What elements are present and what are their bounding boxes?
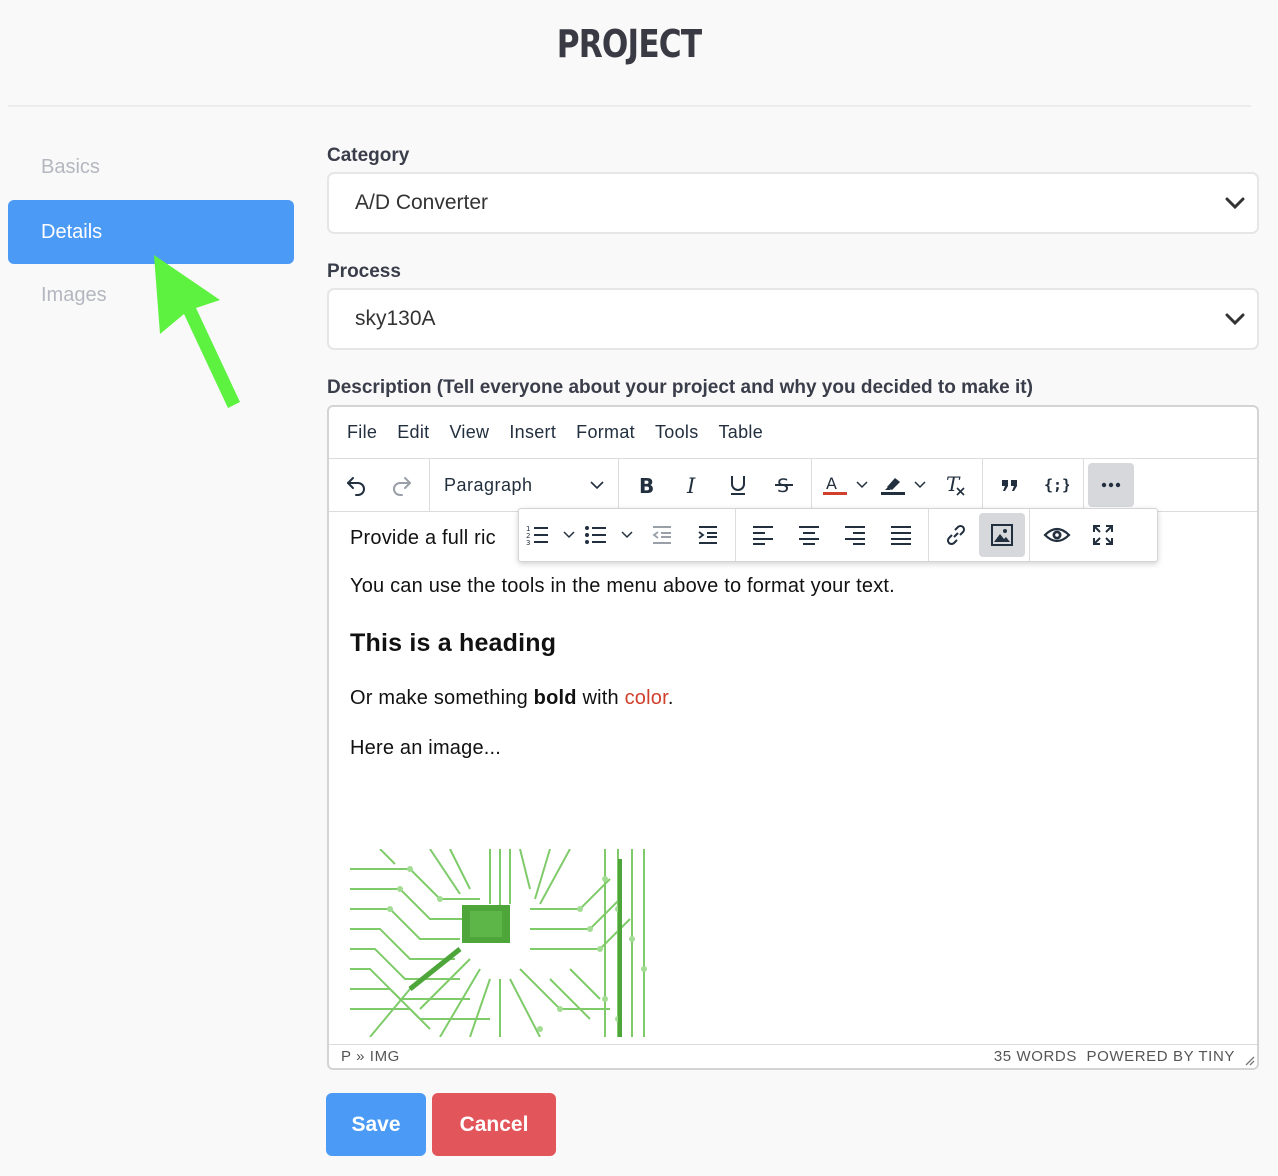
svg-text:A: A [826,474,837,493]
cancel-button[interactable]: Cancel [432,1093,556,1156]
indent-icon [698,526,717,544]
category-label: Category [327,145,410,166]
block-format-select[interactable]: Paragraph [434,463,614,507]
eye-icon [1043,527,1071,543]
bullet-list-icon [585,526,633,544]
redo-button[interactable] [379,463,425,507]
clear-formatting-button[interactable]: T [932,463,978,507]
content-heading: This is a heading [350,629,557,657]
more-toolbar-button[interactable] [1088,463,1134,507]
highlighter-icon [881,478,926,495]
italic-button[interactable]: I [669,463,715,507]
underline-icon [731,476,745,495]
align-left-button[interactable] [740,513,786,557]
align-right-button[interactable] [832,513,878,557]
bold-text: bold [533,687,577,709]
strikethrough-icon: S [775,475,793,497]
sidebar-item-basics[interactable]: Basics [8,135,294,199]
fullscreen-icon [1093,525,1113,545]
svg-text:3: 3 [526,539,530,547]
chevron-down-icon [1225,313,1245,326]
highlight-color-button[interactable] [874,463,932,507]
undo-icon [347,477,365,496]
menu-file[interactable]: File [337,422,387,443]
bold-button[interactable]: B [623,463,669,507]
fullscreen-button[interactable] [1080,513,1126,557]
redo-icon [393,477,411,496]
italic-icon: I [686,474,696,497]
align-center-button[interactable] [786,513,832,557]
strikethrough-button[interactable]: S [761,463,807,507]
resize-handle-icon[interactable] [1243,1054,1255,1066]
menu-edit[interactable]: Edit [387,422,439,443]
content-paragraph: Or make something bold with color. [350,687,674,710]
title-divider [8,105,1251,107]
chevron-down-icon [590,481,604,490]
insert-image-button[interactable] [979,513,1025,557]
content-paragraph: Here an image... [350,737,502,759]
toolbar-overflow-drawer: 123 [518,508,1158,562]
save-button[interactable]: Save [326,1093,426,1156]
outdent-button[interactable] [639,513,685,557]
category-select[interactable]: A/D Converter [327,172,1259,234]
svg-text:B: B [639,474,654,497]
menu-view[interactable]: View [439,422,499,443]
content-paragraph: You can use the tools in the menu above … [350,575,895,597]
text-color-icon: A [823,474,868,495]
image-icon [991,524,1013,546]
process-label: Process [327,261,401,282]
editor-menubar: File Edit View Insert Format Tools Table [329,407,1257,459]
word-count[interactable]: 35 WORDS [994,1048,1077,1065]
indent-button[interactable] [685,513,731,557]
process-select[interactable]: sky130A [327,288,1259,350]
align-center-icon [799,526,819,545]
insert-link-button[interactable] [933,513,979,557]
preview-button[interactable] [1034,513,1080,557]
block-format-value: Paragraph [444,474,533,495]
element-path[interactable]: P » IMG [341,1048,400,1065]
link-icon [946,524,966,546]
page-title: PROJECT [556,22,702,66]
numbered-list-button[interactable]: 123 [523,513,581,557]
process-value: sky130A [355,307,436,330]
text-segment: Or make something [350,687,534,709]
code-sample-icon: {;} [1044,476,1069,494]
menu-format[interactable]: Format [566,422,645,443]
powered-by[interactable]: POWERED BY TINY [1087,1048,1235,1065]
clear-formatting-icon: T [946,472,965,496]
menu-insert[interactable]: Insert [499,422,566,443]
align-justify-icon [891,526,911,545]
text-color-button[interactable]: A [816,463,874,507]
editor-statusbar: P » IMG 35 WORDS POWERED BY TINY [329,1044,1257,1068]
menu-table[interactable]: Table [709,422,774,443]
more-horizontal-icon [1101,482,1121,488]
category-value: A/D Converter [355,191,489,214]
align-justify-button[interactable] [878,513,924,557]
underline-button[interactable] [715,463,761,507]
align-left-icon [753,526,773,545]
numbered-list-icon: 123 [526,525,575,547]
editor-toolbar: Paragraph B I S A [329,459,1257,512]
description-label: Description (Tell everyone about your pr… [327,377,1033,398]
chevron-down-icon [1225,197,1245,210]
bold-icon: B [639,474,654,497]
outdent-icon [652,526,671,544]
undo-button[interactable] [333,463,379,507]
text-segment: with [576,687,625,709]
content-paragraph: Provide a full ric [350,527,496,549]
status-right: 35 WORDS POWERED BY TINY [994,1048,1235,1065]
colored-text: color [624,687,668,709]
blockquote-button[interactable] [987,463,1033,507]
align-right-icon [845,526,865,545]
svg-text:I: I [686,474,696,497]
annotation-arrow [154,255,240,408]
code-sample-button[interactable]: {;} [1033,463,1079,507]
quote-icon [1002,480,1017,491]
rich-text-editor: File Edit View Insert Format Tools Table… [327,405,1259,1070]
text-segment: . [667,687,674,709]
svg-text:{;}: {;} [1044,476,1069,494]
bullet-list-button[interactable] [581,513,639,557]
menu-tools[interactable]: Tools [645,422,709,443]
circuit-board-image[interactable] [350,849,650,1037]
